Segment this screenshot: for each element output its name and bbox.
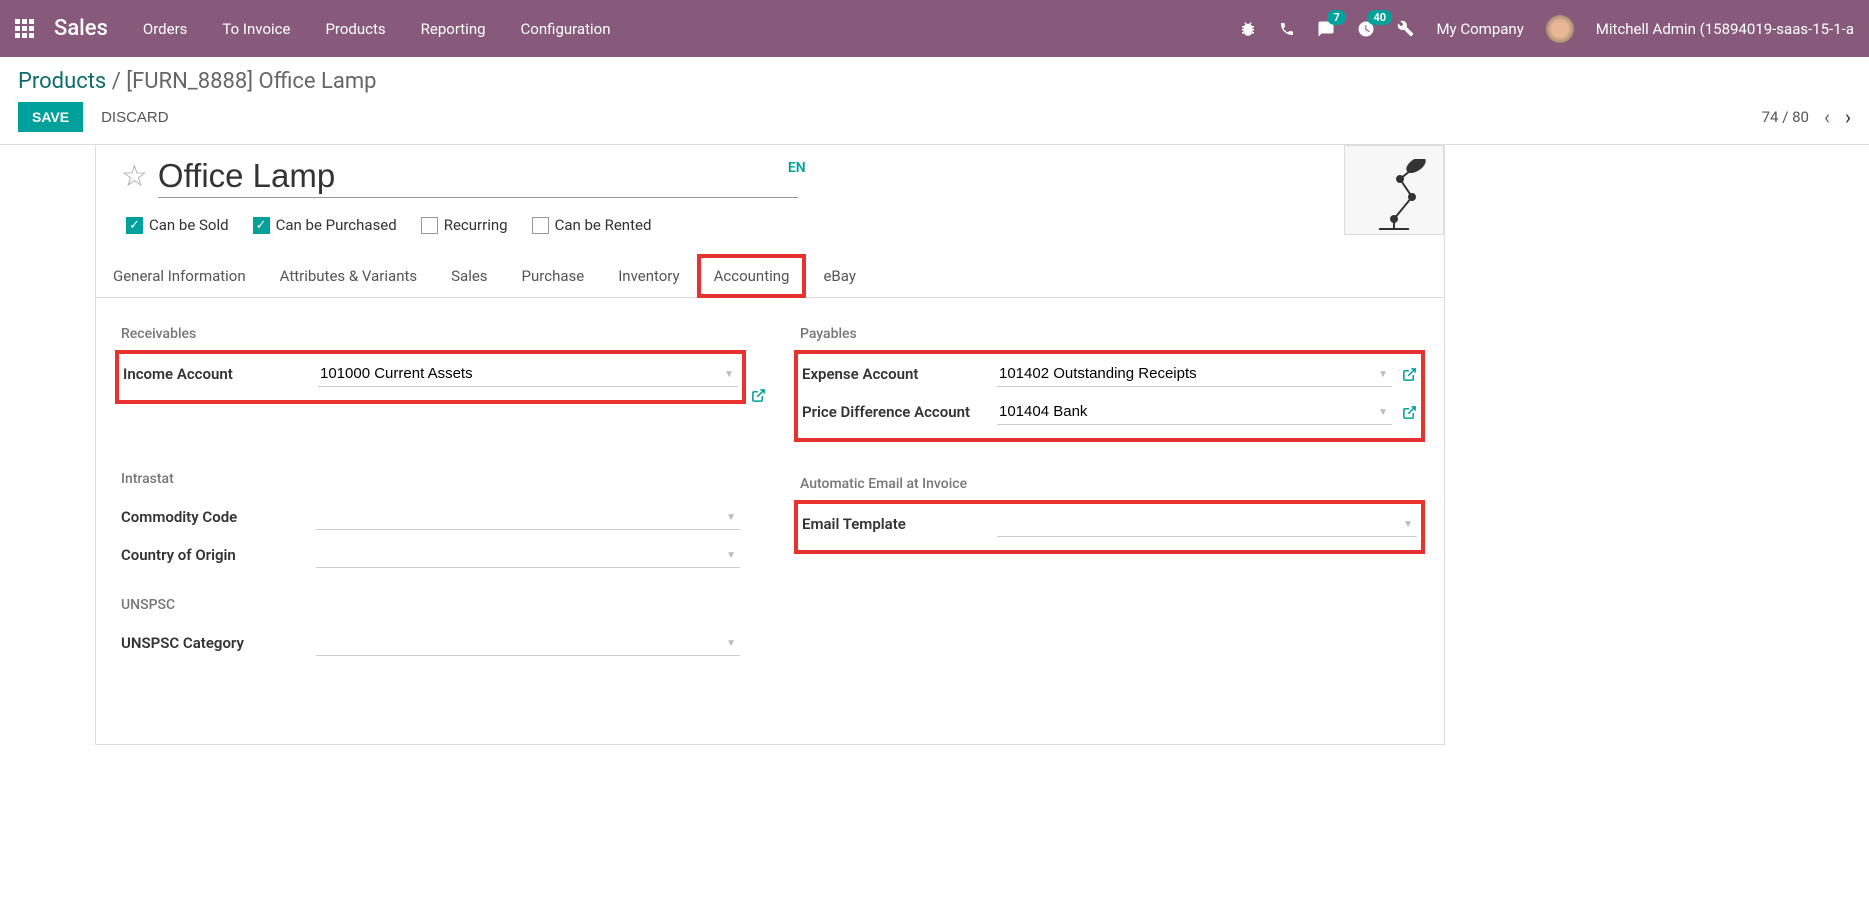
breadcrumb-parent[interactable]: Products [18, 69, 106, 94]
menu-orders[interactable]: Orders [143, 20, 188, 38]
tab-attributes-variants[interactable]: Attributes & Variants [263, 254, 434, 298]
menu-products[interactable]: Products [325, 20, 385, 38]
bug-icon[interactable] [1239, 20, 1257, 38]
check-can-be-sold[interactable]: ✓Can be Sold [126, 216, 229, 234]
input-email-template[interactable] [997, 511, 1417, 537]
label-price-difference: Price Difference Account [802, 403, 997, 421]
apps-icon[interactable] [15, 19, 34, 38]
pager-text: 74 / 80 [1762, 108, 1809, 126]
input-country-origin[interactable] [316, 542, 740, 568]
check-recurring[interactable]: Recurring [421, 216, 508, 234]
label-country-origin: Country of Origin [121, 546, 316, 564]
section-intrastat: Intrastat [121, 471, 740, 487]
breadcrumb-current: [FURN_8888] Office Lamp [126, 69, 376, 94]
pager-next[interactable]: › [1845, 105, 1851, 129]
label-unspsc-category: UNSPSC Category [121, 634, 316, 652]
section-unspsc: UNSPSC [121, 597, 740, 613]
section-receivables: Receivables [121, 326, 740, 342]
save-button[interactable]: SAVE [18, 102, 83, 132]
breadcrumb: Products / [FURN_8888] Office Lamp [18, 69, 1851, 94]
messages-icon[interactable]: 7 [1317, 20, 1335, 38]
tab-sales[interactable]: Sales [434, 254, 504, 298]
label-income-account: Income Account [123, 365, 318, 383]
input-expense-account[interactable] [997, 361, 1392, 387]
user-menu[interactable]: Mitchell Admin (15894019-saas-15-1-a [1596, 20, 1854, 38]
avatar[interactable] [1546, 15, 1574, 43]
pager-prev[interactable]: ‹ [1824, 105, 1830, 129]
tabs: General Information Attributes & Variant… [96, 254, 1444, 298]
app-title[interactable]: Sales [54, 16, 108, 41]
activities-badge: 40 [1367, 10, 1392, 25]
top-menu: Orders To Invoice Products Reporting Con… [143, 20, 611, 38]
input-income-account[interactable] [318, 361, 738, 387]
external-link-expense-icon[interactable] [1402, 367, 1417, 382]
form-sheet: ☆ EN ✓Can be Sold ✓Can be Purchased Recu… [95, 145, 1445, 745]
tab-inventory[interactable]: Inventory [601, 254, 696, 298]
input-price-difference[interactable] [997, 399, 1392, 425]
discard-button[interactable]: DISCARD [101, 109, 169, 126]
label-email-template: Email Template [802, 515, 997, 533]
menu-configuration[interactable]: Configuration [521, 20, 611, 38]
input-unspsc-category[interactable] [316, 630, 740, 656]
tab-general-information[interactable]: General Information [96, 254, 263, 298]
label-commodity-code: Commodity Code [121, 508, 316, 526]
tab-accounting[interactable]: Accounting [697, 254, 807, 298]
language-badge[interactable]: EN [788, 160, 806, 176]
tab-ebay[interactable]: eBay [806, 254, 872, 298]
external-link-price-diff-icon[interactable] [1402, 405, 1417, 420]
check-can-be-rented[interactable]: Can be Rented [532, 216, 652, 234]
check-can-be-purchased[interactable]: ✓Can be Purchased [253, 216, 397, 234]
section-auto-email: Automatic Email at Invoice [800, 476, 1419, 492]
highlight-income-account: Income Account ▼ [121, 356, 740, 398]
messages-badge: 7 [1327, 10, 1345, 25]
activities-icon[interactable]: 40 [1357, 20, 1375, 38]
product-name-input[interactable] [158, 155, 798, 198]
highlight-email-template: Email Template ▼ [800, 506, 1419, 548]
tools-icon[interactable] [1397, 20, 1414, 37]
company-selector[interactable]: My Company [1436, 20, 1523, 38]
section-payables: Payables [800, 326, 1419, 342]
label-expense-account: Expense Account [802, 365, 997, 383]
product-image[interactable] [1344, 145, 1444, 235]
tab-purchase[interactable]: Purchase [505, 254, 602, 298]
favorite-star-icon[interactable]: ☆ [121, 159, 148, 194]
top-bar: Sales Orders To Invoice Products Reporti… [0, 0, 1869, 57]
input-commodity-code[interactable] [316, 504, 740, 530]
phone-icon[interactable] [1279, 21, 1295, 37]
menu-to-invoice[interactable]: To Invoice [222, 20, 290, 38]
menu-reporting[interactable]: Reporting [421, 20, 486, 38]
